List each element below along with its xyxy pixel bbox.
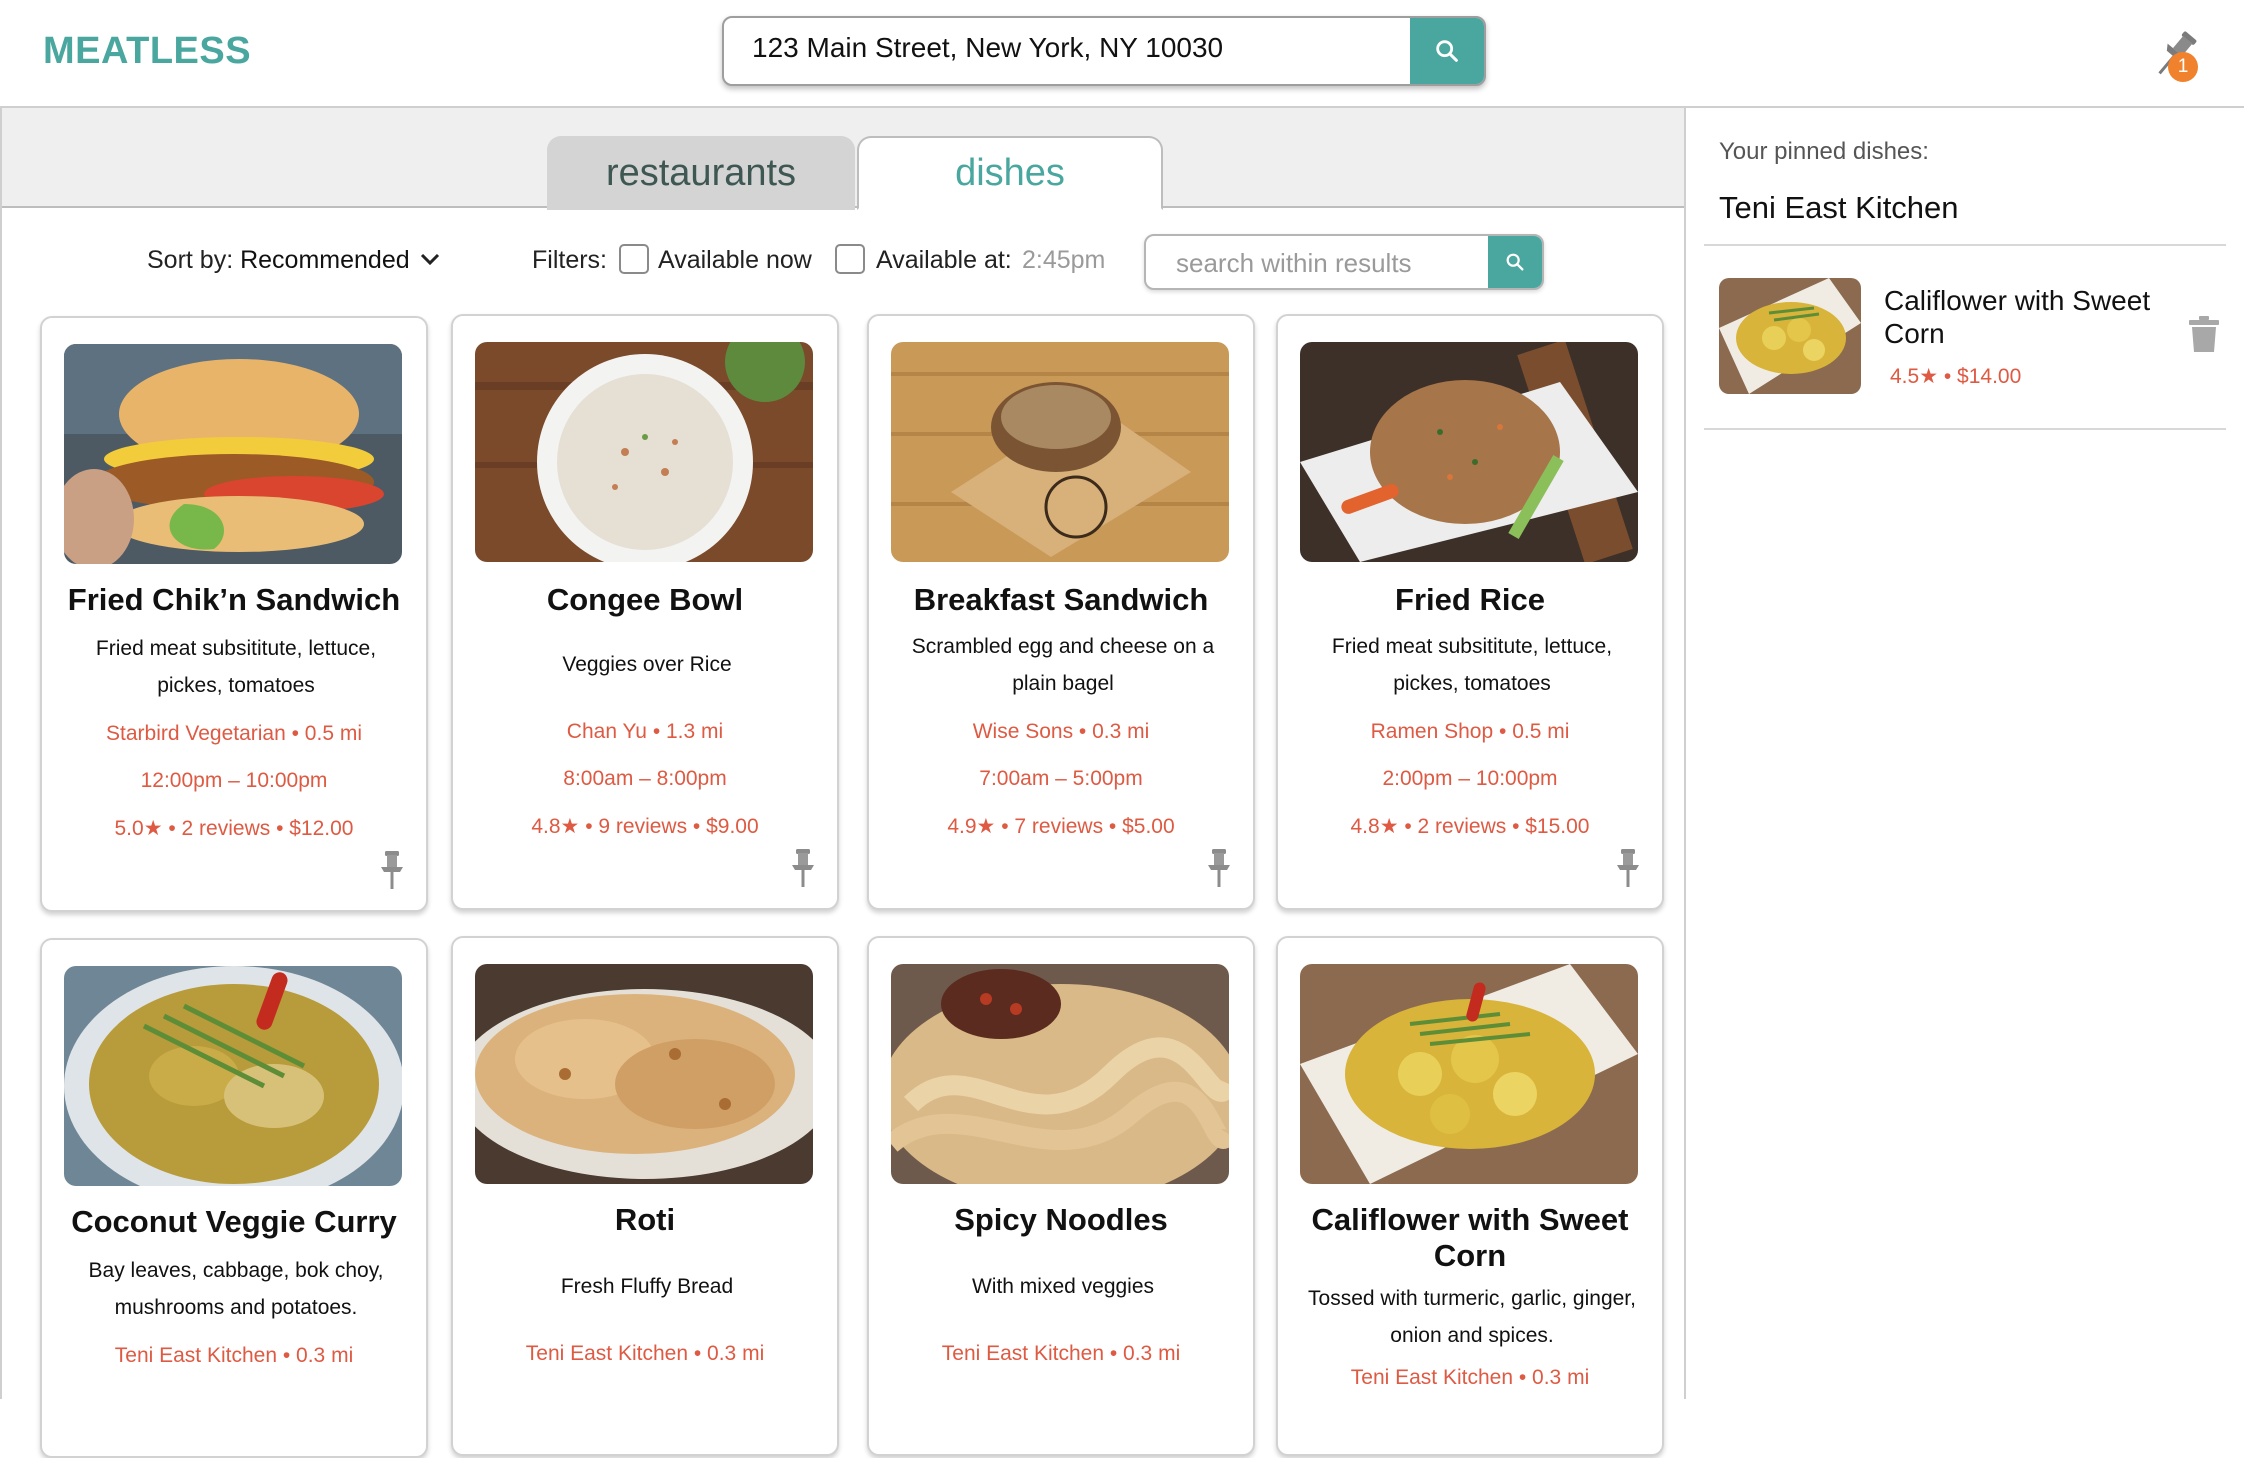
main-panel: restaurants dishes Sort by: Recommended …: [0, 108, 1684, 1458]
chevron-down-icon[interactable]: [418, 250, 442, 270]
available-at-checkbox[interactable]: [835, 244, 865, 274]
search-icon: [1436, 40, 1458, 62]
pin-icon[interactable]: [1614, 848, 1642, 888]
results-search-button[interactable]: [1488, 236, 1542, 288]
dish-hours: 12:00pm – 10:00pm: [140, 769, 328, 792]
dish-card[interactable]: Coconut Veggie Curry Bay leaves, cabbage…: [40, 938, 428, 1458]
results-search-input[interactable]: search within results: [1176, 248, 1412, 279]
available-at-label[interactable]: Available at:: [876, 246, 1012, 275]
dish-card[interactable]: Fried Chik’n Sandwich Fried meat subsiti…: [40, 316, 428, 912]
search-icon: [1506, 253, 1524, 271]
pin-icon[interactable]: [1205, 848, 1233, 888]
dish-photo-curry: [64, 966, 402, 1186]
dish-description: Veggies over Rice: [562, 653, 732, 676]
dish-description: Scrambled egg and cheese on a plain bage…: [911, 635, 1215, 695]
dish-card[interactable]: Congee Bowl Veggies over Rice Chan Yu • …: [451, 314, 839, 910]
dish-title: Congee Bowl: [546, 582, 744, 617]
app-logo[interactable]: MEATLESS: [43, 30, 251, 73]
dish-hours: 8:00am – 8:00pm: [563, 767, 727, 790]
divider: [1704, 244, 2226, 246]
dish-card[interactable]: Fried Rice Fried meat subsititute, lettu…: [1276, 314, 1664, 910]
dish-title: Breakfast Sandwich: [913, 582, 1209, 617]
dish-restaurant-distance[interactable]: Teni East Kitchen • 0.3 mi: [453, 1342, 837, 1366]
dish-restaurant-distance[interactable]: Wise Sons • 0.3 mi: [869, 720, 1253, 744]
dish-rating-price: 4.8★ • 9 reviews • $9.00: [531, 815, 759, 838]
dish-description: With mixed veggies: [971, 1275, 1155, 1298]
dish-photo-califlower: [1300, 964, 1638, 1184]
dish-description: Fried meat subsititute, lettuce, pickes,…: [95, 637, 377, 697]
dish-restaurant-distance[interactable]: Teni East Kitchen • 0.3 mi: [1278, 1366, 1662, 1390]
dish-card[interactable]: Breakfast Sandwich Scrambled egg and che…: [867, 314, 1255, 910]
dish-restaurant-distance[interactable]: Teni East Kitchen • 0.3 mi: [42, 1344, 426, 1368]
dish-description: Tossed with turmeric, garlic, ginger, on…: [1308, 1287, 1636, 1347]
results-search-box[interactable]: search within results: [1144, 234, 1544, 290]
dish-restaurant-distance[interactable]: Starbird Vegetarian • 0.5 mi: [42, 722, 426, 746]
available-now-label[interactable]: Available now: [658, 246, 812, 275]
dish-photo-bagel: [891, 342, 1229, 562]
trash-icon[interactable]: [2187, 314, 2221, 354]
dish-title: Roti: [614, 1202, 676, 1237]
available-now-checkbox[interactable]: [619, 244, 649, 274]
dish-photo-congee: [475, 342, 813, 562]
tab-bar: restaurants dishes: [2, 108, 1684, 210]
dish-description: Fried meat subsititute, lettuce, pickes,…: [1331, 635, 1613, 695]
available-at-time-field[interactable]: 2:45pm: [1022, 246, 1105, 275]
dish-restaurant-distance[interactable]: Ramen Shop • 0.5 mi: [1278, 720, 1662, 744]
pin-icon[interactable]: [378, 850, 406, 890]
dish-title: Spicy Noodles: [954, 1202, 1168, 1237]
tab-dishes[interactable]: dishes: [857, 136, 1163, 210]
sort-value: Recommended: [240, 246, 410, 274]
dish-hours: 2:00pm – 10:00pm: [1382, 767, 1558, 790]
sort-dropdown[interactable]: Sort by: Recommended: [147, 246, 410, 275]
dish-title: Fried Chik’n Sandwich: [67, 582, 401, 617]
pinned-dish-photo[interactable]: [1719, 278, 1861, 394]
pinned-dish-title[interactable]: Califlower with Sweet Corn: [1884, 284, 2184, 350]
sort-prefix: Sort by:: [147, 246, 241, 274]
dish-rating-price: 5.0★ • 2 reviews • $12.00: [114, 817, 354, 840]
pin-count-badge: 1: [2168, 52, 2198, 82]
dish-restaurant-distance[interactable]: Teni East Kitchen • 0.3 mi: [869, 1342, 1253, 1366]
dish-photo-noodles: [891, 964, 1229, 1184]
pinned-dish-rating-price: 4.5★ • $14.00: [1890, 365, 2022, 388]
address-search-button[interactable]: [1410, 18, 1484, 84]
dish-card[interactable]: Califlower with Sweet Corn Tossed with t…: [1276, 936, 1664, 1456]
dish-card[interactable]: Roti Fresh Fluffy Bread Teni East Kitche…: [451, 936, 839, 1456]
dish-title: Coconut Veggie Curry: [71, 1204, 397, 1239]
pin-icon[interactable]: [789, 848, 817, 888]
divider: [1704, 428, 2226, 430]
pinned-dishes-heading: Your pinned dishes:: [1719, 138, 1929, 165]
pinned-dishes-panel: Your pinned dishes: Teni East Kitchen Ca…: [1684, 108, 2244, 1399]
app-window: MEATLESS 123 Main Street, New York, NY 1…: [0, 0, 2244, 1458]
dish-title: Fried Rice: [1395, 582, 1545, 617]
dish-title: Califlower with Sweet Corn: [1311, 1202, 1629, 1273]
dish-card[interactable]: Spicy Noodles With mixed veggies Teni Ea…: [867, 936, 1255, 1456]
dish-rating-price: 4.8★ • 2 reviews • $15.00: [1350, 815, 1590, 838]
dish-restaurant-distance[interactable]: Chan Yu • 1.3 mi: [453, 720, 837, 744]
top-header: MEATLESS 123 Main Street, New York, NY 1…: [0, 0, 2244, 108]
dish-rating-price: 4.9★ • 7 reviews • $5.00: [947, 815, 1175, 838]
address-search-box[interactable]: 123 Main Street, New York, NY 10030: [722, 16, 1486, 86]
dish-photo-roti: [475, 964, 813, 1184]
pinned-restaurant-name[interactable]: Teni East Kitchen: [1719, 190, 1959, 226]
tab-restaurants[interactable]: restaurants: [547, 136, 855, 210]
dish-hours: 7:00am – 5:00pm: [979, 767, 1143, 790]
address-input[interactable]: 123 Main Street, New York, NY 10030: [752, 32, 1223, 64]
dish-photo-fried-rice: [1300, 342, 1638, 562]
filters-label: Filters:: [532, 246, 607, 274]
dish-photo-sandwich: [64, 344, 402, 564]
dish-description: Fresh Fluffy Bread: [560, 1275, 734, 1298]
dish-description: Bay leaves, cabbage, bok choy, mushrooms…: [88, 1259, 384, 1319]
